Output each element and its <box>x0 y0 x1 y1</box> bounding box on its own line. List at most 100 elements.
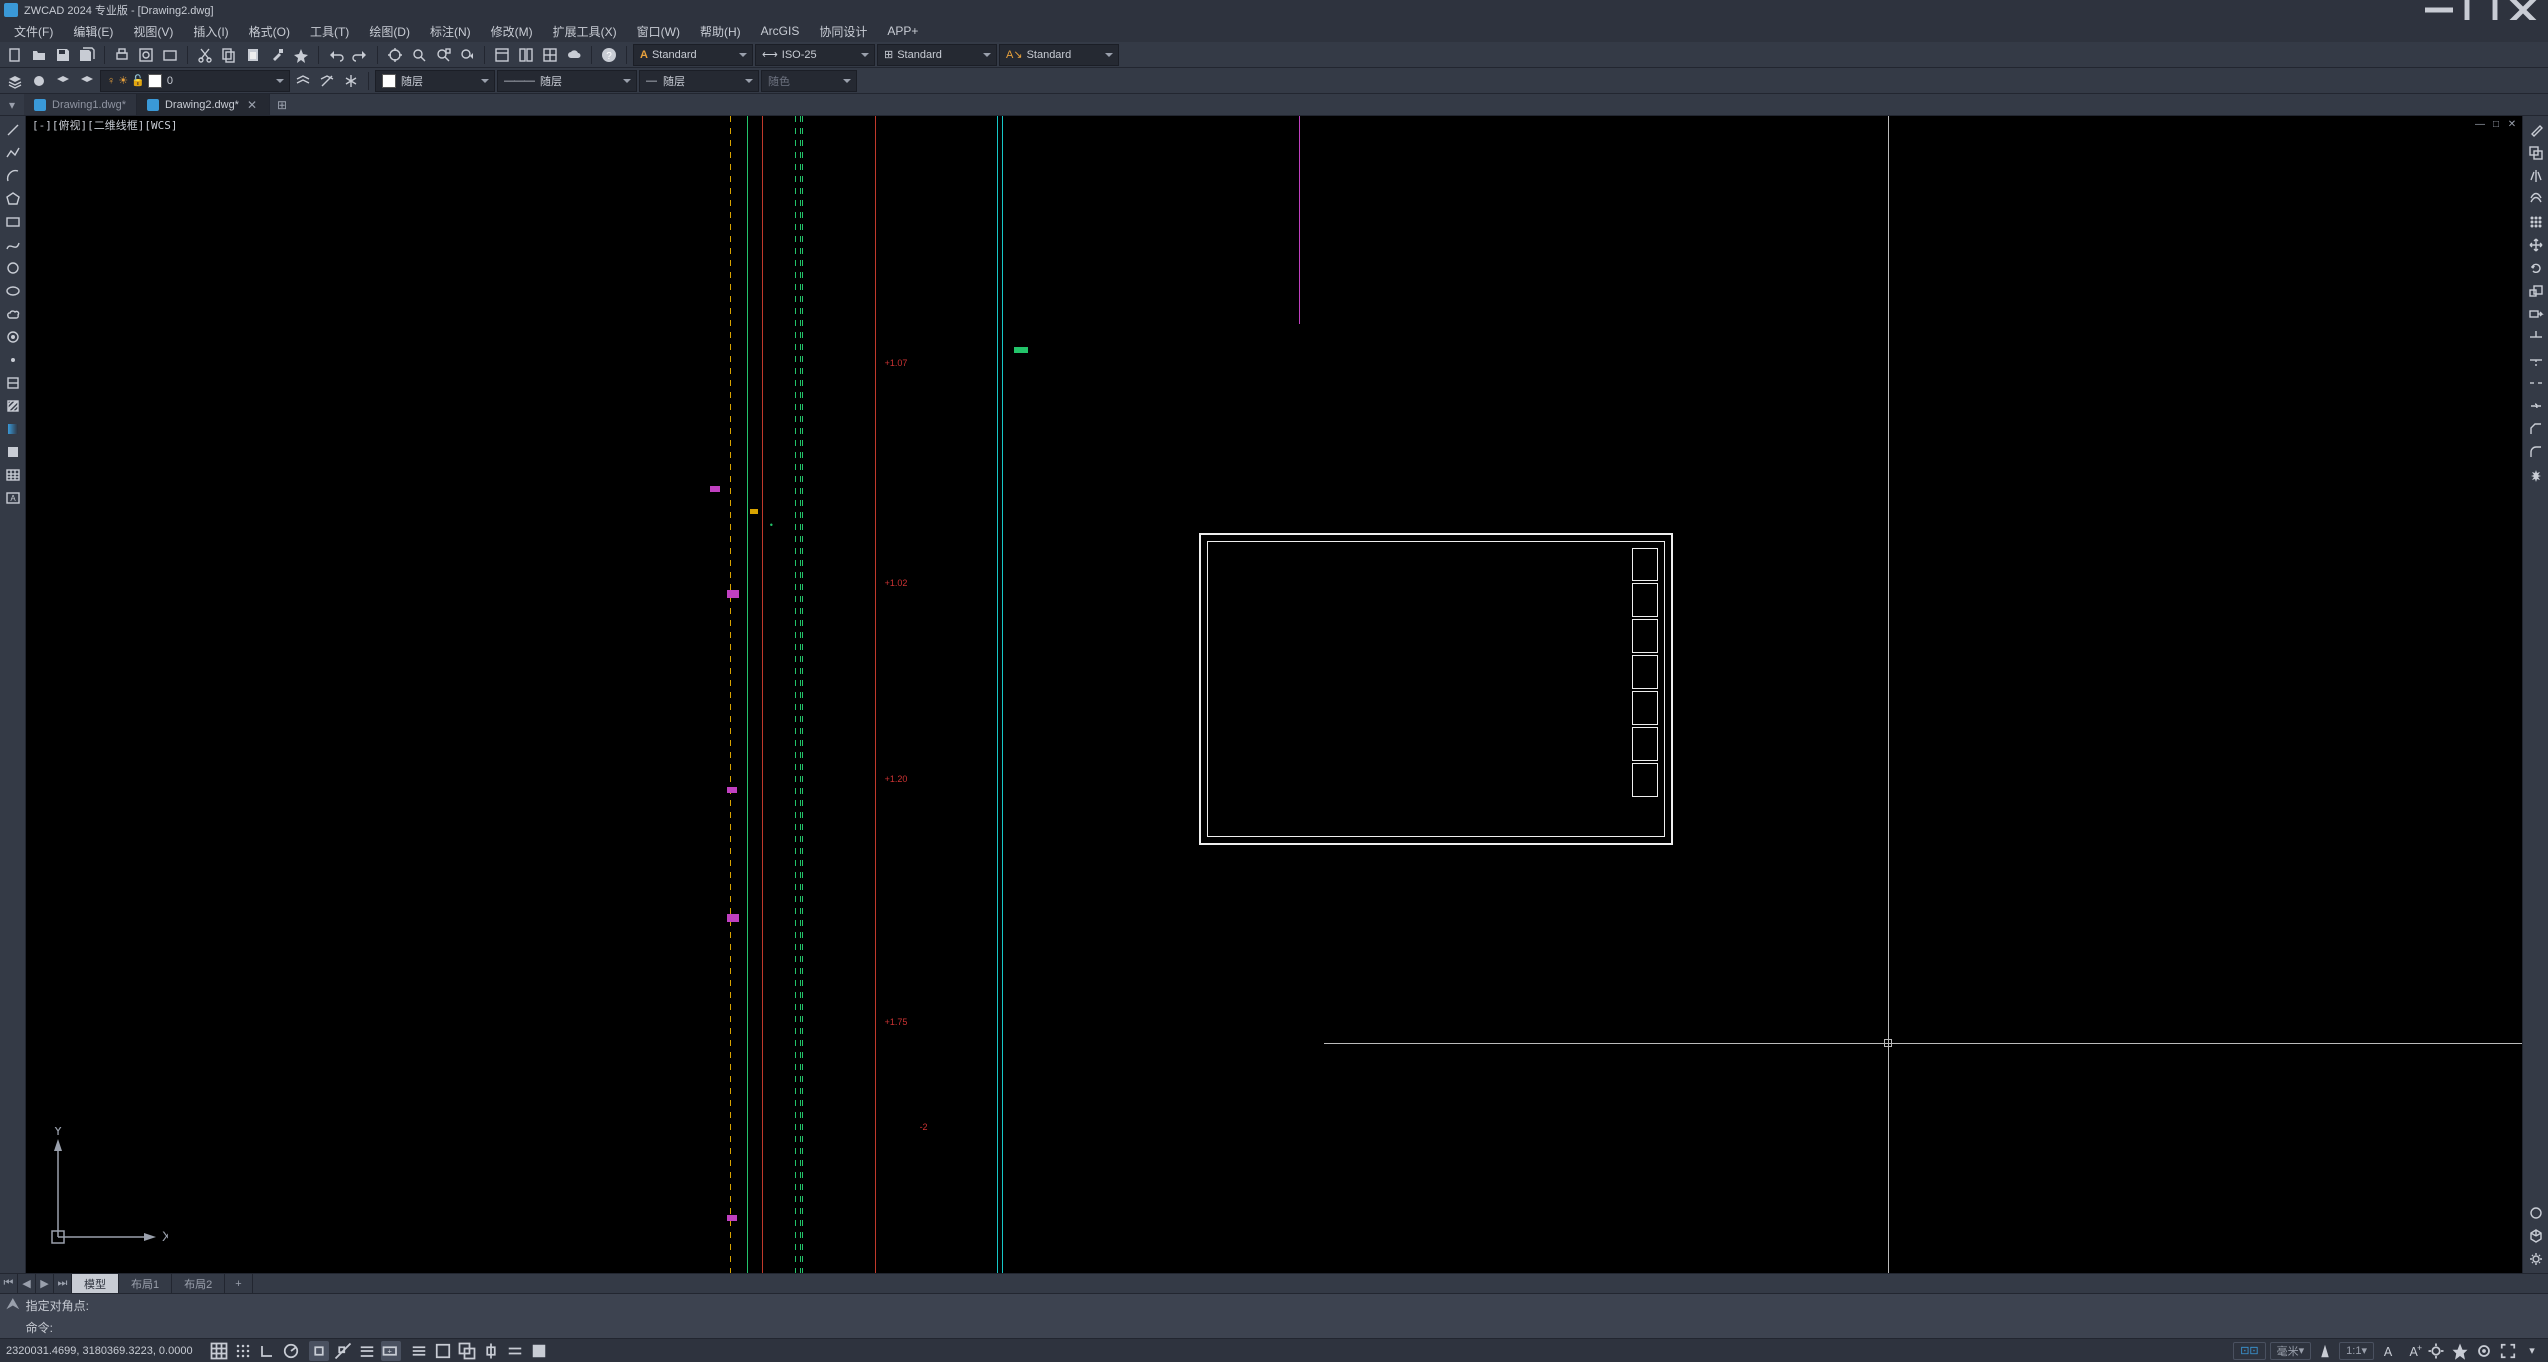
doc-tab-drawing2[interactable]: Drawing2.dwg* ✕ <box>137 94 270 115</box>
units-indicator[interactable]: 毫米 ▾ <box>2270 1342 2312 1360</box>
menu-file[interactable]: 文件(F) <box>4 20 63 42</box>
new-tab-button[interactable]: ⊞ <box>270 94 294 115</box>
osnap-toggle[interactable] <box>309 1341 329 1361</box>
mleader-style-dropdown[interactable]: A↘Standard <box>999 44 1119 66</box>
menu-arcgis[interactable]: ArcGIS <box>751 20 810 42</box>
dim-style-dropdown[interactable]: ⟷ISO-25 <box>755 44 875 66</box>
menu-collab[interactable]: 协同设计 <box>809 20 877 42</box>
menu-view[interactable]: 视图(V) <box>123 20 183 42</box>
workspace-switch[interactable] <box>2426 1341 2446 1361</box>
color-dropdown[interactable]: 随层 <box>375 70 495 92</box>
donut-tool[interactable] <box>3 327 23 347</box>
lwt-toggle[interactable] <box>357 1341 377 1361</box>
pline-tool[interactable] <box>3 143 23 163</box>
erase-tool[interactable] <box>2526 120 2546 140</box>
layout-tab-1[interactable]: 布局1 <box>119 1274 172 1293</box>
arc-tool[interactable] <box>3 166 23 186</box>
explode-tool[interactable] <box>2526 465 2546 485</box>
hatch-tool[interactable] <box>3 396 23 416</box>
menu-edit[interactable]: 编辑(E) <box>63 20 123 42</box>
region-tool[interactable] <box>3 442 23 462</box>
tab-list-button[interactable]: ▾ <box>0 94 24 115</box>
layer-freeze-button[interactable] <box>340 70 362 92</box>
layer-match-button[interactable] <box>292 70 314 92</box>
menu-help[interactable]: 帮助(H) <box>690 20 751 42</box>
transparency-toggle[interactable] <box>505 1341 525 1361</box>
menu-insert[interactable]: 插入(I) <box>183 20 238 42</box>
menu-tools[interactable]: 工具(T) <box>300 20 359 42</box>
menu-draw[interactable]: 绘图(D) <box>359 20 420 42</box>
doc-tab-drawing1[interactable]: Drawing1.dwg* <box>24 94 137 115</box>
lineweight-dropdown[interactable]: —随层 <box>639 70 759 92</box>
break-tool[interactable] <box>2526 373 2546 393</box>
layout-prev-button[interactable]: ◀ <box>18 1274 36 1293</box>
view-gear-tool[interactable] <box>2526 1249 2546 1269</box>
layout-tab-model[interactable]: 模型 <box>72 1274 119 1293</box>
menu-format[interactable]: 格式(O) <box>239 20 300 42</box>
layout-next-button[interactable]: ▶ <box>36 1274 54 1293</box>
join-tool[interactable] <box>2526 396 2546 416</box>
isolate-toggle[interactable] <box>2474 1341 2494 1361</box>
layout-last-button[interactable]: ⏭ <box>54 1274 72 1293</box>
menu-window[interactable]: 窗口(W) <box>627 20 690 42</box>
saveall-button[interactable] <box>76 44 98 66</box>
layout-tab-2[interactable]: 布局2 <box>172 1274 225 1293</box>
copy-tool[interactable] <box>2526 143 2546 163</box>
ellipse-tool[interactable] <box>3 281 23 301</box>
cut-button[interactable] <box>194 44 216 66</box>
layout-add-button[interactable]: + <box>225 1274 252 1293</box>
fillet-tool[interactable] <box>2526 442 2546 462</box>
cleanup-button[interactable] <box>290 44 312 66</box>
layer-dropdown[interactable]: ♀☀🔓 0 <box>100 70 290 92</box>
nav-cube-tool[interactable] <box>2526 1226 2546 1246</box>
array-tool[interactable] <box>2526 212 2546 232</box>
layer-off-button[interactable] <box>316 70 338 92</box>
mtext-tool[interactable]: A <box>3 488 23 508</box>
model-toggle[interactable] <box>409 1341 429 1361</box>
polar-toggle[interactable] <box>281 1341 301 1361</box>
cycling-toggle[interactable] <box>529 1341 549 1361</box>
grid-display-toggle[interactable] <box>233 1341 253 1361</box>
menu-dimension[interactable]: 标注(N) <box>420 20 481 42</box>
open-button[interactable] <box>28 44 50 66</box>
layer-prev-button[interactable] <box>76 70 98 92</box>
menu-modify[interactable]: 修改(M) <box>481 20 543 42</box>
gradient-tool[interactable] <box>3 419 23 439</box>
menu-appplus[interactable]: APP+ <box>877 20 928 42</box>
selcycle-toggle[interactable] <box>457 1341 477 1361</box>
selection-cycle-tool[interactable] <box>2526 1203 2546 1223</box>
menu-express[interactable]: 扩展工具(X) <box>543 20 627 42</box>
new-button[interactable] <box>4 44 26 66</box>
table-style-dropdown[interactable]: ⊞Standard <box>877 44 997 66</box>
circle-tool[interactable] <box>3 258 23 278</box>
print-button[interactable] <box>111 44 133 66</box>
pan-button[interactable] <box>384 44 406 66</box>
copy-button[interactable] <box>218 44 240 66</box>
toolpalettes-button[interactable] <box>539 44 561 66</box>
extend-tool[interactable] <box>2526 350 2546 370</box>
layer-states-button[interactable] <box>28 70 50 92</box>
layout-first-button[interactable]: ⏮ <box>0 1274 18 1293</box>
stretch-tool[interactable] <box>2526 304 2546 324</box>
chamfer-tool[interactable] <box>2526 419 2546 439</box>
designcenter-button[interactable] <box>515 44 537 66</box>
zoom-realtime-button[interactable] <box>408 44 430 66</box>
cmd-expand-icon[interactable]: ⮝ <box>6 1296 20 1314</box>
properties-button[interactable] <box>491 44 513 66</box>
line-tool[interactable] <box>3 120 23 140</box>
plotstyle-dropdown[interactable]: 随色 <box>761 70 857 92</box>
text-style-dropdown[interactable]: AStandard <box>633 44 753 66</box>
trim-tool[interactable] <box>2526 327 2546 347</box>
rectangle-tool[interactable] <box>3 212 23 232</box>
drawing-canvas[interactable]: [-][俯视][二维线框][WCS] — □ ✕ +1.07+1.02+1.20… <box>26 116 2522 1273</box>
command-input[interactable] <box>59 1320 2542 1334</box>
print-preview-button[interactable] <box>135 44 157 66</box>
mirror-tool[interactable] <box>2526 166 2546 186</box>
anno-scale[interactable]: 1:1 ▾ <box>2339 1342 2374 1360</box>
anno-visibility-toggle[interactable] <box>2315 1341 2335 1361</box>
layer-manager-button[interactable] <box>4 70 26 92</box>
publish-button[interactable] <box>159 44 181 66</box>
matchprops-button[interactable] <box>266 44 288 66</box>
rotate-tool[interactable] <box>2526 258 2546 278</box>
polygon-tool[interactable] <box>3 189 23 209</box>
